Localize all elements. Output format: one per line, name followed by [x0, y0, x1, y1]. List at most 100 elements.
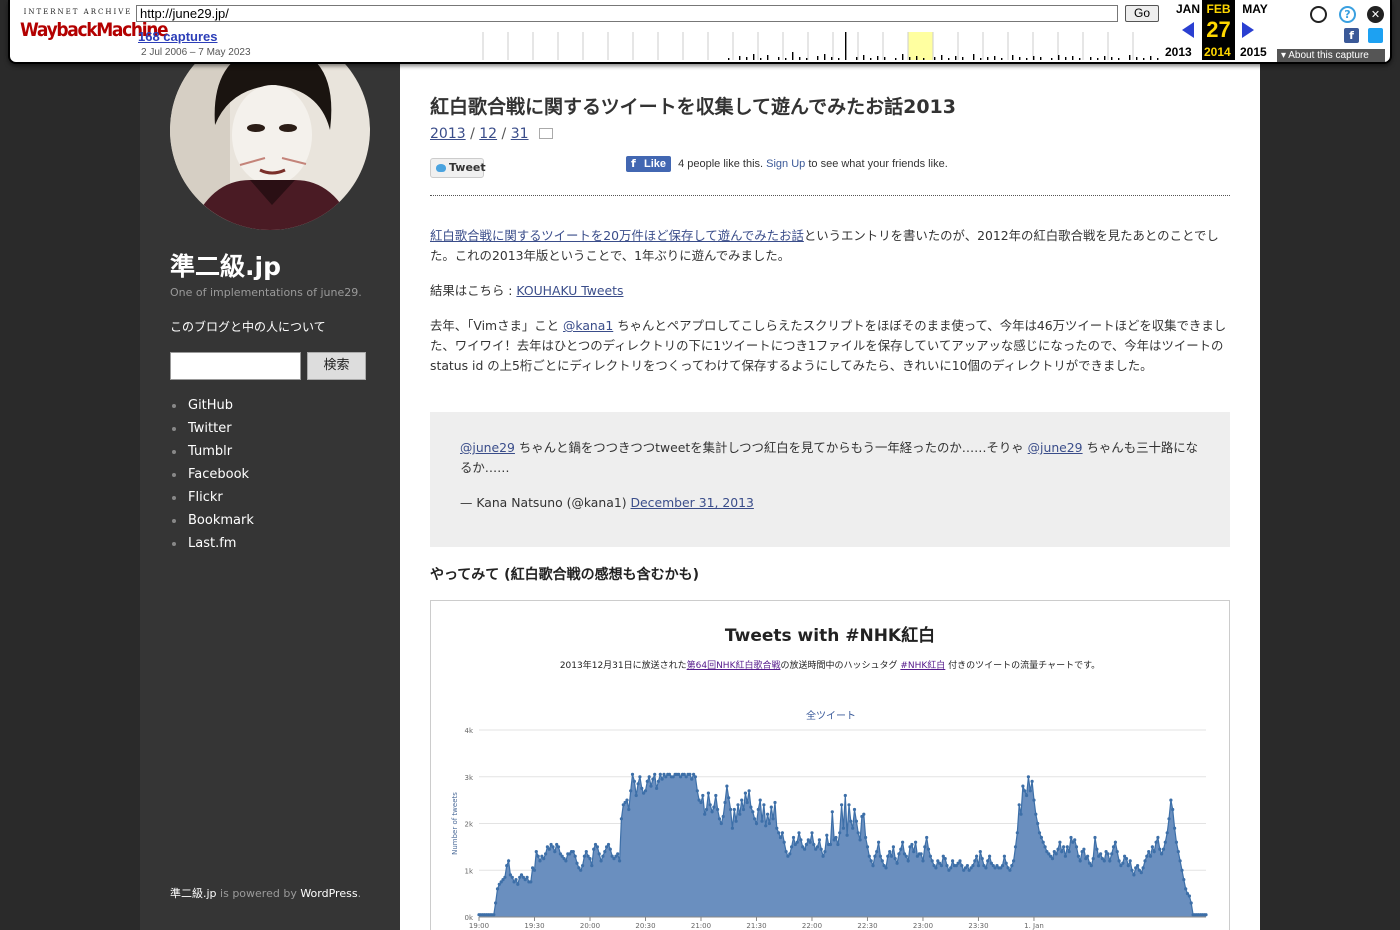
- chart-point: [745, 800, 749, 805]
- kouhaku-64-link[interactable]: 第64回NHK紅白歌合戦: [687, 661, 781, 671]
- chart-point: [784, 850, 788, 854]
- tweet-button[interactable]: Tweet: [430, 158, 486, 178]
- like-rest-text: to see what your friends like.: [808, 158, 948, 170]
- calendar-icon[interactable]: [539, 128, 553, 139]
- chart-point: [1043, 845, 1047, 849]
- chart-point: [795, 840, 799, 844]
- chart-point: [925, 835, 929, 840]
- previous-entry-link[interactable]: 紅白歌合戦に関するツイートを20万件ほど保存して遊んでみたお話: [430, 228, 804, 243]
- chart-point: [978, 850, 982, 854]
- current-year-label: 2014: [1204, 45, 1231, 59]
- footer-wordpress-link[interactable]: WordPress: [300, 887, 357, 900]
- chart-point: [1004, 861, 1008, 865]
- chart-xtick-label: 22:30: [857, 922, 877, 930]
- sidebar-link-twitter[interactable]: Twitter: [170, 417, 254, 440]
- chart-point: [658, 772, 662, 776]
- tweet-attribution: — Kana Natsuno (@kana1) December 31, 201…: [460, 493, 1200, 513]
- chart-point: [627, 807, 631, 812]
- sidebar-link-tumblr[interactable]: Tumblr: [170, 440, 254, 463]
- prev-month-label[interactable]: JAN: [1174, 2, 1202, 16]
- chart-point: [749, 805, 753, 809]
- chart-point: [1060, 850, 1064, 854]
- chart-point: [864, 835, 868, 840]
- chart-xtick-label: 21:30: [746, 922, 766, 930]
- chart-point: [906, 859, 910, 863]
- close-icon[interactable]: ✕: [1367, 6, 1384, 23]
- mention-june29-link-2[interactable]: @june29: [1028, 440, 1083, 455]
- chart-point: [852, 807, 857, 812]
- chart-point: [782, 840, 786, 844]
- url-input[interactable]: http://june29.jp/: [136, 5, 1118, 22]
- chart-point: [1121, 861, 1125, 865]
- chart-point: [736, 803, 740, 807]
- chart-point: [599, 859, 603, 863]
- wayback-logo[interactable]: INTERNET ARCHIVE WaybackMachine: [20, 8, 169, 50]
- chart-point: [1008, 868, 1012, 872]
- chart-point: [1143, 859, 1147, 863]
- facebook-share-icon[interactable]: f: [1344, 28, 1359, 43]
- mention-june29-link[interactable]: @june29: [460, 440, 515, 455]
- tweet-date-link[interactable]: December 31, 2013: [631, 495, 754, 510]
- help-icon[interactable]: ?: [1339, 6, 1356, 23]
- chart-point: [1110, 852, 1114, 856]
- chart-point: [1099, 852, 1103, 856]
- captures-link[interactable]: 168 captures: [138, 29, 218, 44]
- chart-point: [889, 854, 894, 858]
- sidebar-link-lastfm[interactable]: Last.fm: [170, 532, 254, 555]
- like-count-text: 4 people like this.: [678, 158, 764, 170]
- next-year-label[interactable]: 2015: [1240, 45, 1267, 59]
- chart-point: [525, 875, 529, 879]
- chart-point: [1115, 850, 1119, 854]
- footer-site-link[interactable]: 準二級.jp: [170, 887, 217, 900]
- sidebar-link-flickr[interactable]: Flickr: [170, 486, 254, 509]
- chart-point: [804, 842, 808, 847]
- search-input[interactable]: [170, 352, 301, 380]
- user-account-icon[interactable]: [1310, 6, 1327, 23]
- date-year-link[interactable]: 2013: [430, 126, 466, 142]
- chart-point: [547, 847, 551, 851]
- chart-point: [754, 821, 759, 826]
- post-title: 紅白歌合戦に関するツイートを収集して遊んでみたお話2013: [430, 96, 956, 118]
- chart-point: [656, 779, 660, 783]
- hashtag-link[interactable]: #NHK紅白: [900, 661, 945, 671]
- chart-point: [634, 793, 638, 798]
- search-button[interactable]: 検索: [307, 352, 366, 380]
- twitter-share-icon[interactable]: [1368, 28, 1383, 43]
- chart-point: [1056, 847, 1060, 851]
- chart-point: [823, 850, 827, 854]
- prev-capture-arrow-icon[interactable]: [1182, 22, 1194, 38]
- kouhaku-tweets-link[interactable]: KOUHAKU Tweets: [516, 283, 623, 298]
- sidebar-link-bookmark[interactable]: Bookmark: [170, 509, 254, 532]
- chart-point: [1130, 868, 1134, 872]
- sidebar-link-github[interactable]: GitHub: [170, 394, 254, 417]
- chart-point: [871, 864, 875, 868]
- site-title[interactable]: 準二級.jp: [170, 247, 281, 283]
- chart-point: [1013, 845, 1018, 849]
- prev-year-label[interactable]: 2013: [1165, 45, 1192, 59]
- facebook-like-button[interactable]: Like: [626, 156, 672, 172]
- chart-point: [884, 866, 888, 870]
- area-chart[interactable]: 全ツイート 0k 1k 2k 3k 4k Number of tweets 19:00 19:3…: [431, 701, 1231, 930]
- chart-point: [1025, 793, 1029, 798]
- capture-sparkline[interactable]: [458, 32, 1160, 60]
- about-capture-dropdown[interactable]: ▾ About this capture: [1277, 49, 1385, 62]
- chart-point: [840, 803, 844, 807]
- chart-point: [688, 772, 692, 776]
- next-capture-arrow-icon[interactable]: [1242, 22, 1254, 38]
- date-month-link[interactable]: 12: [479, 126, 497, 142]
- kana1-link[interactable]: @kana1: [563, 318, 613, 333]
- chart-point: [710, 810, 714, 814]
- chart-point: [904, 854, 908, 858]
- chart-point: [923, 845, 927, 849]
- next-month-label[interactable]: MAY: [1239, 2, 1271, 16]
- chart-point: [899, 847, 903, 851]
- chart-point: [1124, 857, 1129, 861]
- about-link[interactable]: このブログと中の人について: [170, 318, 326, 335]
- chart-point: [778, 835, 783, 840]
- sidebar-link-facebook[interactable]: Facebook: [170, 463, 254, 486]
- like-signup-link[interactable]: Sign Up: [766, 158, 805, 170]
- date-day-link[interactable]: 31: [511, 126, 529, 142]
- go-button[interactable]: Go: [1125, 5, 1159, 22]
- chart-point: [951, 859, 955, 863]
- chart-point: [910, 842, 914, 847]
